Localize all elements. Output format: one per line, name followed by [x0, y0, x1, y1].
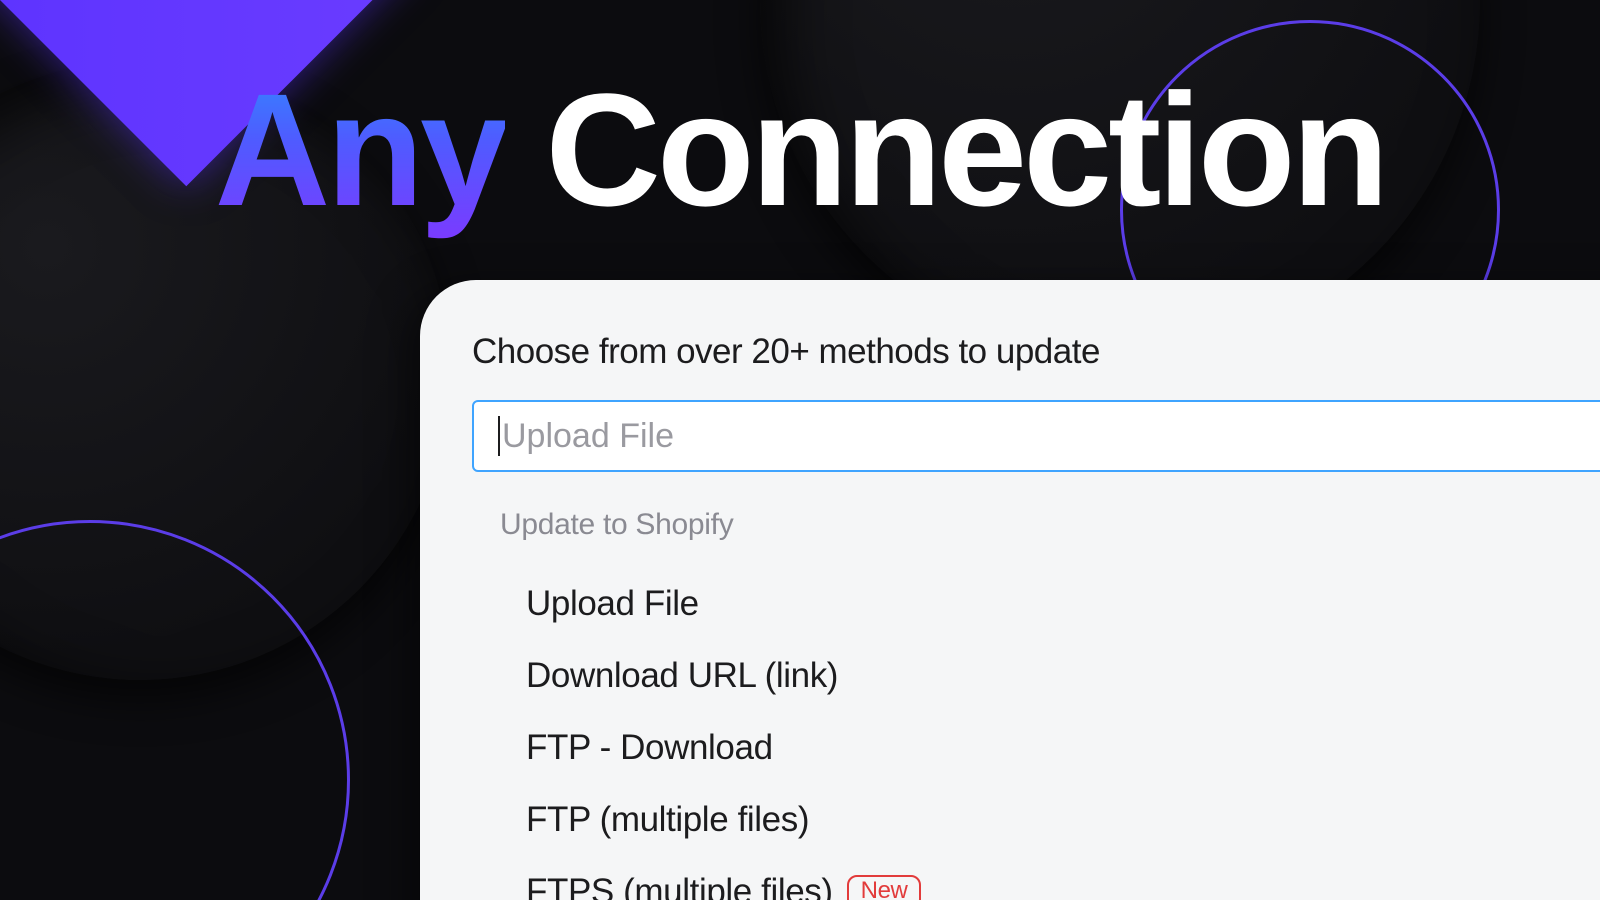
method-option-list: Upload File Download URL (link) FTP - Do… [472, 568, 1600, 900]
method-option-label: Upload File [526, 584, 699, 624]
promo-stage: Any Connection Choose from over 20+ meth… [0, 0, 1600, 900]
method-option-upload-file[interactable]: Upload File [472, 568, 1600, 640]
method-option-download-url[interactable]: Download URL (link) [472, 640, 1600, 712]
text-caret-icon [498, 416, 500, 456]
method-option-label: Download URL (link) [526, 656, 838, 696]
method-picker-card: Choose from over 20+ methods to update U… [420, 280, 1600, 900]
option-group-label: Update to Shopify [500, 508, 1600, 542]
method-search-placeholder: Upload File [502, 417, 674, 456]
method-option-ftp-multiple[interactable]: FTP (multiple files) [472, 784, 1600, 856]
new-badge: New [847, 875, 922, 900]
headline-word-any: Any [215, 60, 505, 239]
headline-word-connection: Connection [545, 60, 1385, 239]
method-option-label: FTP (multiple files) [526, 800, 809, 840]
headline: Any Connection [0, 70, 1600, 230]
method-search-input[interactable]: Upload File [472, 400, 1600, 472]
method-option-ftps-multiple[interactable]: FTPS (multiple files) New [472, 856, 1600, 900]
method-option-ftp-download[interactable]: FTP - Download [472, 712, 1600, 784]
method-option-label: FTP - Download [526, 728, 773, 768]
method-option-label: FTPS (multiple files) [526, 872, 833, 900]
card-prompt: Choose from over 20+ methods to update [472, 332, 1600, 372]
